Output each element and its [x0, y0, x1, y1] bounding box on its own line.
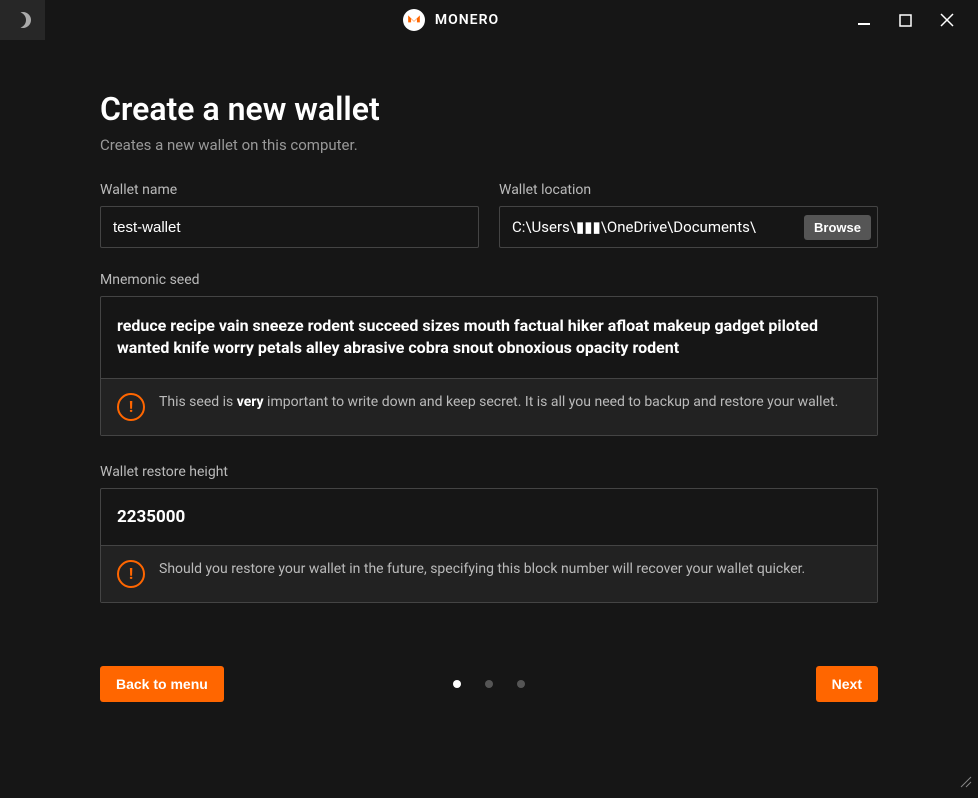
maximize-button[interactable] [899, 14, 912, 27]
resize-handle-icon[interactable] [960, 776, 972, 792]
close-button[interactable] [940, 13, 954, 27]
wallet-name-input[interactable] [100, 206, 479, 248]
restore-height-label: Wallet restore height [100, 464, 878, 480]
wallet-name-label: Wallet name [100, 182, 479, 198]
moon-icon [15, 12, 31, 28]
mnemonic-label: Mnemonic seed [100, 272, 878, 288]
wallet-location-path[interactable]: C:\Users\▮▮▮\OneDrive\Documents\ [512, 218, 804, 236]
minimize-button[interactable] [857, 13, 871, 27]
app-name: MONERO [435, 12, 499, 28]
monero-logo-icon [403, 9, 425, 31]
back-to-menu-button[interactable]: Back to menu [100, 666, 224, 702]
restore-height-value: 2235000 [101, 489, 877, 545]
page-title: Create a new wallet [100, 90, 878, 128]
mnemonic-seed-text: reduce recipe vain sneeze rodent succeed… [101, 297, 877, 378]
mnemonic-notice: This seed is very important to write dow… [159, 393, 838, 413]
browse-button[interactable]: Browse [804, 215, 871, 240]
next-button[interactable]: Next [816, 666, 878, 702]
theme-toggle[interactable] [0, 0, 45, 40]
warning-icon: ! [117, 393, 145, 421]
warning-icon: ! [117, 560, 145, 588]
page-subtitle: Creates a new wallet on this computer. [100, 136, 878, 154]
wallet-location-label: Wallet location [499, 182, 878, 198]
titlebar-title: MONERO [45, 9, 857, 31]
restore-height-notice: Should you restore your wallet in the fu… [159, 560, 805, 580]
